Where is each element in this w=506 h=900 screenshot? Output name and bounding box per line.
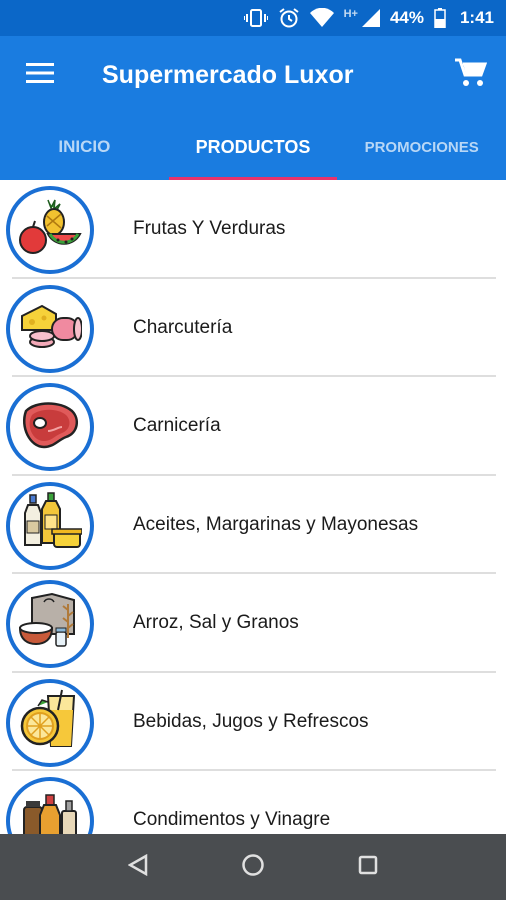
category-label: Condimentos y Vinagre bbox=[133, 809, 331, 831]
category-item-charcuteria[interactable]: Charcutería bbox=[0, 279, 506, 378]
app-bar: Supermercado Luxor bbox=[0, 36, 506, 114]
fruits-vegetables-icon bbox=[18, 196, 82, 265]
category-icon-circle bbox=[6, 678, 94, 767]
category-icon-circle bbox=[6, 186, 94, 274]
shopping-cart-icon bbox=[455, 58, 488, 93]
tab-promociones[interactable]: PROMOCIONES bbox=[337, 114, 506, 180]
category-icon-circle bbox=[6, 383, 94, 471]
category-icon-circle bbox=[6, 580, 94, 668]
category-item-arroz-sal-granos[interactable]: Arroz, Sal y Granos bbox=[0, 574, 506, 673]
category-item-frutas-y-verduras[interactable]: Frutas Y Verduras bbox=[0, 180, 506, 279]
clock: 1:41 bbox=[459, 8, 494, 27]
hamburger-menu-icon bbox=[26, 62, 54, 89]
vibrate-icon bbox=[243, 8, 268, 28]
status-bar: H+ 44% 1:41 bbox=[0, 0, 506, 36]
category-item-condimentos[interactable]: Condimentos y Vinagre bbox=[0, 771, 506, 834]
category-label: Frutas Y Verduras bbox=[133, 218, 286, 240]
cart-button[interactable] bbox=[436, 36, 506, 114]
category-list: Frutas Y Verduras Charcutería Carnicería… bbox=[0, 180, 506, 834]
deli-cheese-ham-icon bbox=[18, 294, 83, 363]
recents-square-icon bbox=[358, 855, 378, 880]
battery-icon bbox=[434, 8, 446, 28]
meat-steak-icon bbox=[18, 393, 82, 462]
home-circle-icon bbox=[241, 853, 265, 882]
back-button[interactable] bbox=[108, 837, 168, 897]
tab-productos[interactable]: PRODUCTOS bbox=[168, 114, 338, 180]
alarm-icon bbox=[278, 7, 300, 29]
rice-grains-icon bbox=[18, 590, 82, 659]
category-label: Carnicería bbox=[133, 415, 221, 437]
category-item-aceites[interactable]: Aceites, Margarinas y Mayonesas bbox=[0, 476, 506, 575]
home-button[interactable] bbox=[223, 837, 283, 897]
back-triangle-icon bbox=[127, 853, 148, 881]
category-icon-circle bbox=[6, 777, 94, 834]
wifi-icon bbox=[309, 8, 334, 28]
signal-icon bbox=[361, 9, 380, 27]
network-type: H+ bbox=[343, 8, 358, 20]
category-item-bebidas[interactable]: Bebidas, Jugos y Refrescos bbox=[0, 673, 506, 772]
battery-percentage: 44% bbox=[389, 8, 424, 27]
category-label: Arroz, Sal y Granos bbox=[133, 612, 299, 634]
menu-button[interactable] bbox=[0, 36, 80, 114]
juice-drinks-icon bbox=[18, 688, 82, 757]
category-icon-circle bbox=[6, 481, 94, 570]
app-title: Supermercado Luxor bbox=[102, 60, 354, 89]
oil-bottles-icon bbox=[18, 491, 83, 560]
tab-inicio[interactable]: INICIO bbox=[0, 114, 169, 180]
category-label: Aceites, Margarinas y Mayonesas bbox=[133, 513, 419, 535]
tab-bar: INICIO PRODUCTOS PROMOCIONES bbox=[0, 114, 506, 180]
category-icon-circle bbox=[6, 284, 94, 373]
condiments-bottles-icon bbox=[18, 787, 82, 834]
category-label: Bebidas, Jugos y Refrescos bbox=[133, 710, 369, 732]
category-item-carniceria[interactable]: Carnicería bbox=[0, 377, 506, 476]
system-nav-bar bbox=[0, 834, 506, 900]
category-label: Charcutería bbox=[133, 316, 233, 338]
recents-button[interactable] bbox=[338, 837, 398, 897]
